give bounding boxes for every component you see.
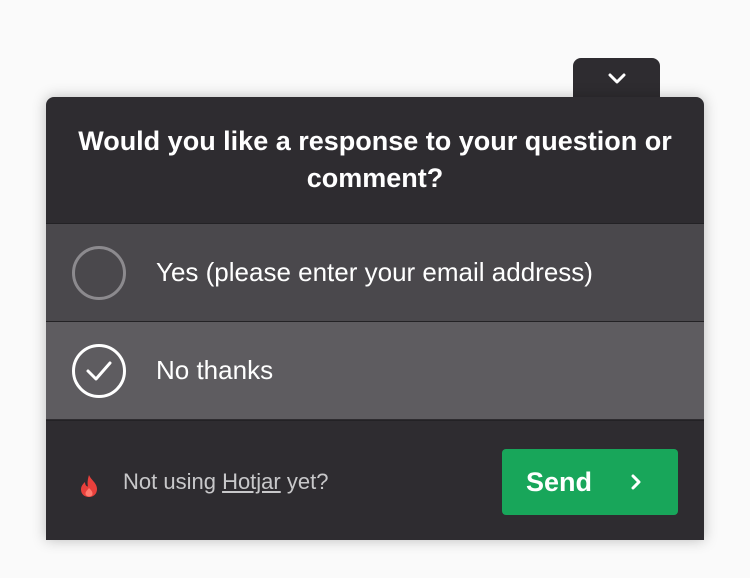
chevron-down-icon bbox=[608, 73, 625, 84]
question-header: Would you like a response to your questi… bbox=[46, 97, 704, 223]
promo-suffix: yet? bbox=[280, 469, 329, 494]
promo-prefix: Not using bbox=[123, 469, 223, 494]
promo-text: Not using Hotjar yet? bbox=[123, 469, 328, 495]
widget-footer: Not using Hotjar yet? Send bbox=[46, 420, 704, 540]
send-button-label: Send bbox=[526, 467, 593, 497]
feedback-widget: Would you like a response to your questi… bbox=[46, 97, 704, 540]
option-yes-label: Yes (please enter your email address) bbox=[156, 257, 593, 287]
hotjar-link[interactable]: Hotjar bbox=[222, 469, 281, 494]
option-no-thanks[interactable]: No thanks bbox=[46, 321, 704, 419]
option-no-thanks-label: No thanks bbox=[156, 355, 274, 385]
chevron-right-icon bbox=[631, 474, 641, 490]
option-yes[interactable]: Yes (please enter your email address) bbox=[46, 223, 704, 321]
feedback-widget-stage: Would you like a response to your questi… bbox=[0, 0, 750, 578]
radio-unchecked-icon[interactable] bbox=[72, 245, 126, 300]
send-button[interactable]: Send bbox=[502, 449, 678, 515]
check-icon bbox=[86, 361, 112, 380]
question-text: Would you like a response to your questi… bbox=[78, 126, 672, 193]
radio-checked[interactable] bbox=[72, 343, 126, 398]
flame-icon bbox=[81, 475, 97, 497]
